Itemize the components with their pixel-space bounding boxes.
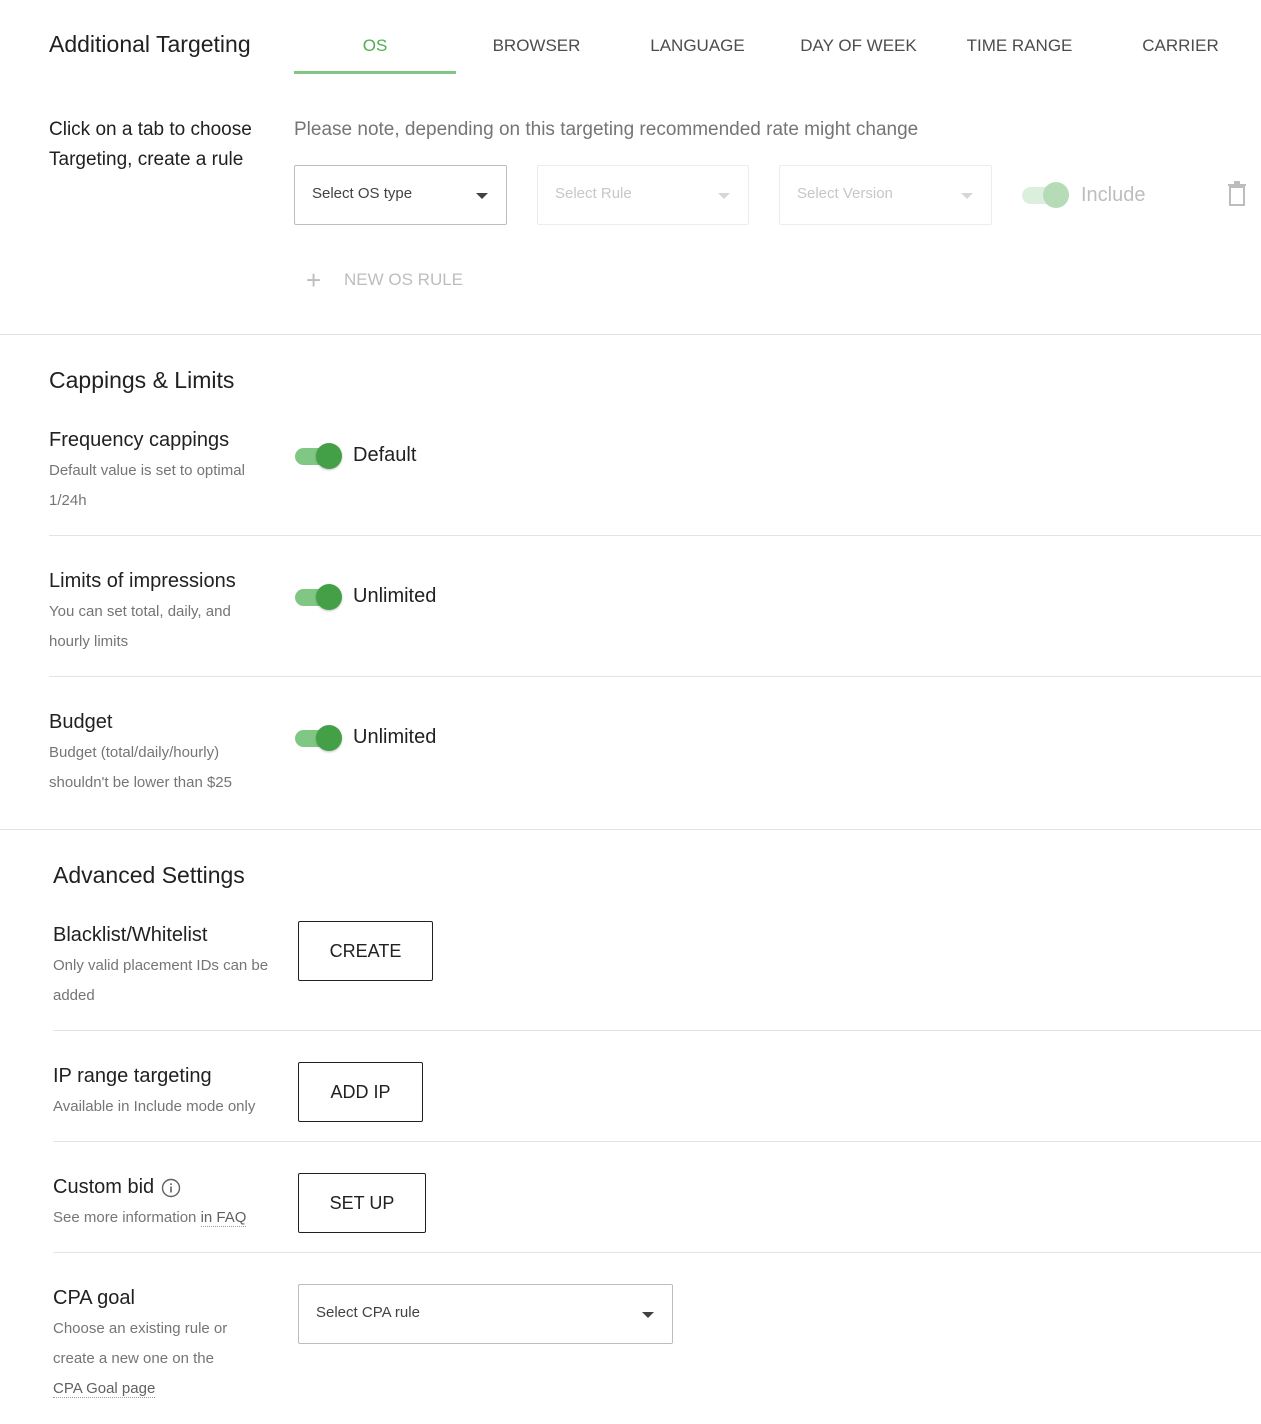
add-ip-button[interactable]: ADD IP: [298, 1062, 423, 1122]
limits-impressions-desc-line-2: hourly limits: [49, 633, 129, 650]
cpa-goal-desc-line-2: create a new one on the: [53, 1350, 214, 1367]
version-select[interactable]: Select Version: [779, 165, 992, 225]
row-divider: [49, 676, 1261, 677]
faq-link[interactable]: in FAQ: [200, 1209, 247, 1227]
row-divider: [49, 535, 1261, 536]
rule-placeholder: Select Rule: [555, 185, 632, 202]
chevron-down-icon: [476, 193, 488, 199]
targeting-hint-line-2: Targeting, create a rule: [49, 149, 244, 170]
section-divider: [0, 829, 1261, 830]
frequency-cappings-desc: Default value is set to optimal 1/24h: [49, 456, 279, 516]
tab-os[interactable]: OS: [294, 28, 456, 74]
delete-icon[interactable]: [1226, 181, 1248, 212]
create-button[interactable]: CREATE: [298, 921, 433, 981]
include-label: Include: [1081, 184, 1146, 206]
info-icon[interactable]: [161, 1178, 181, 1203]
advanced-settings-title: Advanced Settings: [53, 862, 245, 888]
set-up-button[interactable]: SET UP: [298, 1173, 426, 1233]
row-divider: [53, 1141, 1261, 1142]
os-type-select[interactable]: Select OS type: [294, 165, 507, 225]
section-divider: [0, 334, 1261, 335]
tab-day-of-week[interactable]: DAY OF WEEK: [778, 28, 939, 74]
budget-desc-line-1: Budget (total/daily/hourly): [49, 744, 220, 761]
budget-toggle-label: Unlimited: [353, 726, 437, 748]
rule-select[interactable]: Select Rule: [537, 165, 749, 225]
additional-targeting-title: Additional Targeting: [49, 31, 251, 57]
tab-carrier[interactable]: CARRIER: [1100, 28, 1261, 74]
cappings-title: Cappings & Limits: [49, 367, 235, 393]
ip-range-title: IP range targeting: [53, 1065, 212, 1087]
tab-browser[interactable]: BROWSER: [456, 28, 617, 74]
chevron-down-icon: [961, 193, 973, 199]
cpa-goal-page-link[interactable]: CPA Goal page: [53, 1380, 156, 1398]
limits-impressions-toggle[interactable]: [295, 584, 343, 610]
cpa-rule-select[interactable]: Select CPA rule: [298, 1284, 673, 1344]
cpa-goal-desc: Choose an existing rule or create a new …: [53, 1314, 293, 1404]
ip-range-desc: Available in Include mode only: [53, 1098, 256, 1115]
limits-impressions-toggle-label: Unlimited: [353, 585, 437, 607]
version-placeholder: Select Version: [797, 185, 893, 202]
frequency-cappings-title: Frequency cappings: [49, 429, 230, 451]
row-divider: [53, 1252, 1261, 1253]
limits-impressions-desc-line-1: You can set total, daily, and: [49, 603, 231, 620]
limits-impressions-desc: You can set total, daily, and hourly lim…: [49, 597, 279, 657]
budget-desc: Budget (total/daily/hourly) shouldn't be…: [49, 738, 279, 798]
budget-desc-line-2: shouldn't be lower than $25: [49, 774, 232, 791]
plus-icon: +: [306, 265, 322, 295]
targeting-hint: Click on a tab to choose Targeting, crea…: [49, 115, 252, 175]
custom-bid-desc-text: See more information: [53, 1209, 201, 1226]
chevron-down-icon: [642, 1312, 654, 1318]
cpa-rule-placeholder: Select CPA rule: [316, 1304, 420, 1321]
frequency-cappings-desc-line-1: Default value is set to optimal: [49, 462, 245, 479]
frequency-cappings-toggle-label: Default: [353, 444, 417, 466]
os-type-placeholder: Select OS type: [312, 185, 413, 202]
tab-time-range[interactable]: TIME RANGE: [939, 28, 1100, 74]
rate-change-note: Please note, depending on this targeting…: [294, 119, 919, 140]
blacklist-desc-line-2: added: [53, 987, 95, 1004]
blacklist-desc-line-1: Only valid placement IDs can be: [53, 957, 269, 974]
include-toggle[interactable]: [1022, 182, 1070, 208]
chevron-down-icon: [718, 193, 730, 199]
blacklist-whitelist-title: Blacklist/Whitelist: [53, 924, 208, 946]
cpa-goal-desc-line-1: Choose an existing rule or: [53, 1320, 228, 1337]
tab-language[interactable]: LANGUAGE: [617, 28, 778, 74]
frequency-cappings-toggle[interactable]: [295, 443, 343, 469]
budget-toggle[interactable]: [295, 725, 343, 751]
new-os-rule-label: NEW OS RULE: [344, 270, 464, 289]
frequency-cappings-desc-line-2: 1/24h: [49, 492, 87, 509]
targeting-hint-line-1: Click on a tab to choose: [49, 119, 252, 140]
custom-bid-desc: See more information in FAQ: [53, 1203, 293, 1233]
custom-bid-title: Custom bid: [53, 1176, 155, 1198]
row-divider: [53, 1030, 1261, 1031]
blacklist-whitelist-desc: Only valid placement IDs can be added: [53, 951, 293, 1011]
limits-impressions-title: Limits of impressions: [49, 570, 236, 592]
cpa-goal-title: CPA goal: [53, 1287, 135, 1309]
budget-title: Budget: [49, 711, 113, 733]
